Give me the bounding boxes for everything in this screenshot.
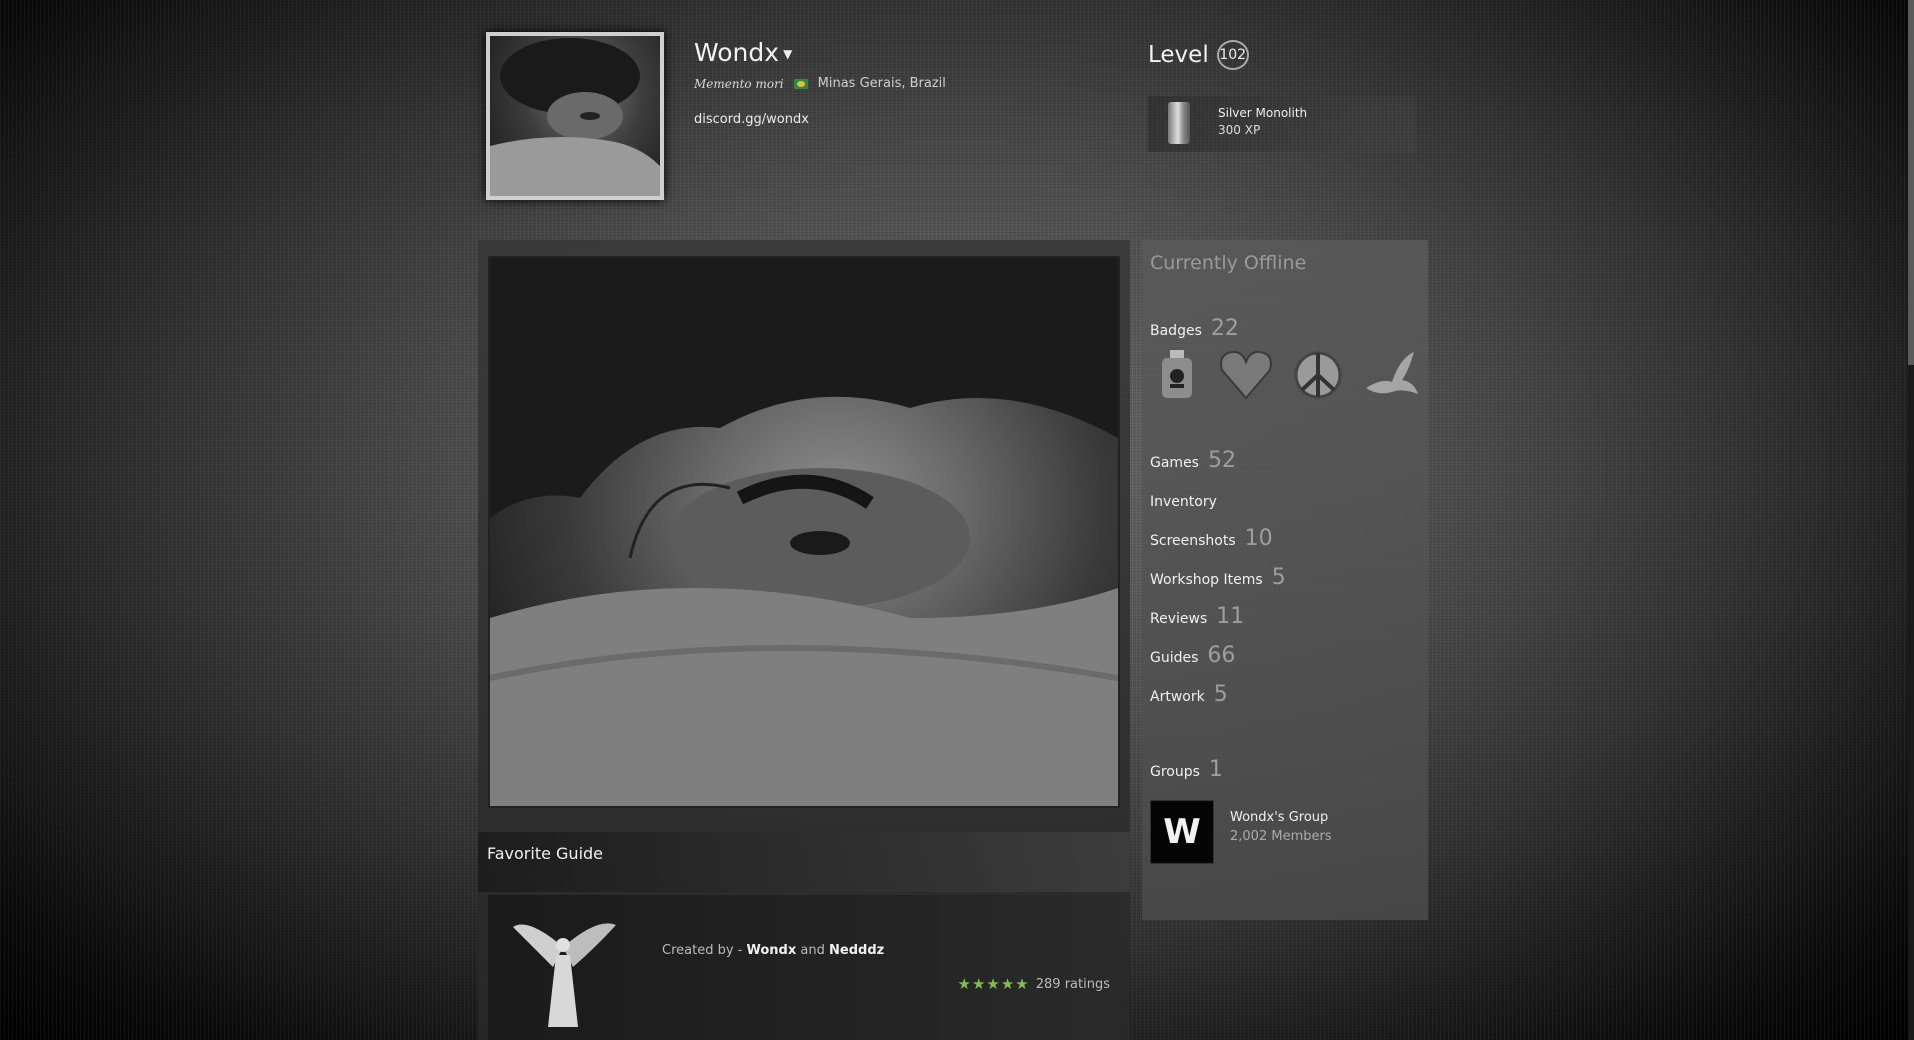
- stat-games[interactable]: Games 52: [1150, 448, 1236, 473]
- favorite-guide-item[interactable]: Created by - Wondx and Nedddz ★★★★★ 289 …: [488, 895, 1120, 1040]
- badge-icons-row: [1152, 348, 1420, 404]
- profile-motto: Memento mori: [694, 76, 784, 91]
- brazil-flag-icon: [793, 78, 808, 89]
- favorite-guide-title: Favorite Guide: [487, 844, 604, 863]
- guide-created-by: Created by -: [662, 943, 743, 958]
- guide-ratings-count: 289 ratings: [1035, 976, 1110, 992]
- stat-inventory-label: Inventory: [1150, 494, 1217, 510]
- heart-icon[interactable]: [1218, 348, 1274, 402]
- angel-statue-icon: [513, 923, 616, 1027]
- guide-rating: ★★★★★ 289 ratings: [958, 975, 1110, 993]
- silver-monolith-icon: [1168, 102, 1190, 144]
- stat-artwork[interactable]: Artwork 5: [1150, 682, 1228, 707]
- stat-workshop-label: Workshop Items: [1150, 572, 1263, 588]
- stat-reviews[interactable]: Reviews 11: [1150, 604, 1244, 629]
- guide-author-2[interactable]: Nedddz: [829, 943, 884, 958]
- chevron-down-icon[interactable]: ▼: [783, 47, 792, 61]
- stat-groups-count: 1: [1208, 757, 1223, 782]
- stat-guides-count: 66: [1207, 643, 1236, 668]
- main-content-column: Favorite Guide Created by - Wondx and Ne…: [478, 240, 1130, 1040]
- profile-location: Minas Gerais, Brazil: [817, 76, 946, 91]
- stat-screenshots-count: 10: [1244, 526, 1273, 551]
- guide-and: and: [800, 943, 825, 958]
- guide-credit: Created by - Wondx and Nedddz: [662, 943, 884, 958]
- persona-name-text: Wondx: [694, 38, 780, 67]
- stat-screenshots-label: Screenshots: [1150, 533, 1236, 549]
- featured-badge[interactable]: Silver Monolith 300 XP: [1148, 96, 1416, 152]
- favorite-guide-header: Favorite Guide: [478, 832, 1130, 892]
- artwork-portrait: [490, 258, 1118, 806]
- stat-guides[interactable]: Guides 66: [1150, 643, 1235, 668]
- stat-guides-label: Guides: [1150, 650, 1199, 666]
- stat-groups[interactable]: Groups 1: [1150, 757, 1223, 782]
- stat-screenshots[interactable]: Screenshots 10: [1150, 526, 1273, 551]
- stat-badges-count: 22: [1210, 316, 1239, 341]
- persona-name[interactable]: Wondx ▼: [694, 38, 792, 67]
- group-members: 2,002 Members: [1230, 829, 1332, 844]
- guide-author-1[interactable]: Wondx: [747, 943, 797, 958]
- stat-artwork-label: Artwork: [1150, 689, 1205, 705]
- dove-icon[interactable]: [1362, 348, 1420, 402]
- stat-reviews-count: 11: [1216, 604, 1245, 629]
- group-avatar[interactable]: W: [1150, 800, 1214, 864]
- avatar-portrait: [490, 38, 660, 196]
- online-status: Currently Offline: [1150, 252, 1307, 274]
- scrollbar-thumb[interactable]: [1908, 0, 1914, 365]
- profile-level[interactable]: Level 102: [1148, 40, 1249, 70]
- stat-badges[interactable]: Badges 22: [1150, 316, 1239, 341]
- stat-reviews-label: Reviews: [1150, 611, 1208, 627]
- level-label: Level: [1148, 42, 1209, 68]
- profile-right-column: Currently Offline Badges 22 Games 52 Inv…: [1142, 240, 1428, 920]
- peace-symbol-icon[interactable]: [1292, 348, 1344, 402]
- stat-games-count: 52: [1207, 448, 1236, 473]
- stat-workshop-count: 5: [1271, 565, 1286, 590]
- stat-games-label: Games: [1150, 455, 1199, 471]
- level-number: 102: [1216, 40, 1249, 70]
- profile-summary-link[interactable]: discord.gg/wondx: [694, 112, 809, 127]
- profile-avatar[interactable]: [486, 32, 664, 200]
- page-scrollbar[interactable]: [1908, 0, 1914, 1040]
- stat-badges-label: Badges: [1150, 323, 1202, 339]
- group-name[interactable]: Wondx's Group: [1230, 810, 1328, 825]
- stat-groups-label: Groups: [1150, 764, 1200, 780]
- star-rating-icon: ★★★★★: [957, 975, 1030, 993]
- stat-inventory[interactable]: Inventory: [1150, 494, 1217, 510]
- stat-artwork-count: 5: [1213, 682, 1228, 707]
- featured-badge-xp: 300 XP: [1218, 123, 1261, 137]
- showcase-artwork[interactable]: [488, 256, 1120, 808]
- stat-workshop[interactable]: Workshop Items 5: [1150, 565, 1286, 590]
- featured-badge-name: Silver Monolith: [1218, 106, 1308, 120]
- profile-subline: Memento mori Minas Gerais, Brazil: [694, 76, 946, 91]
- poison-bottle-icon[interactable]: [1152, 348, 1202, 402]
